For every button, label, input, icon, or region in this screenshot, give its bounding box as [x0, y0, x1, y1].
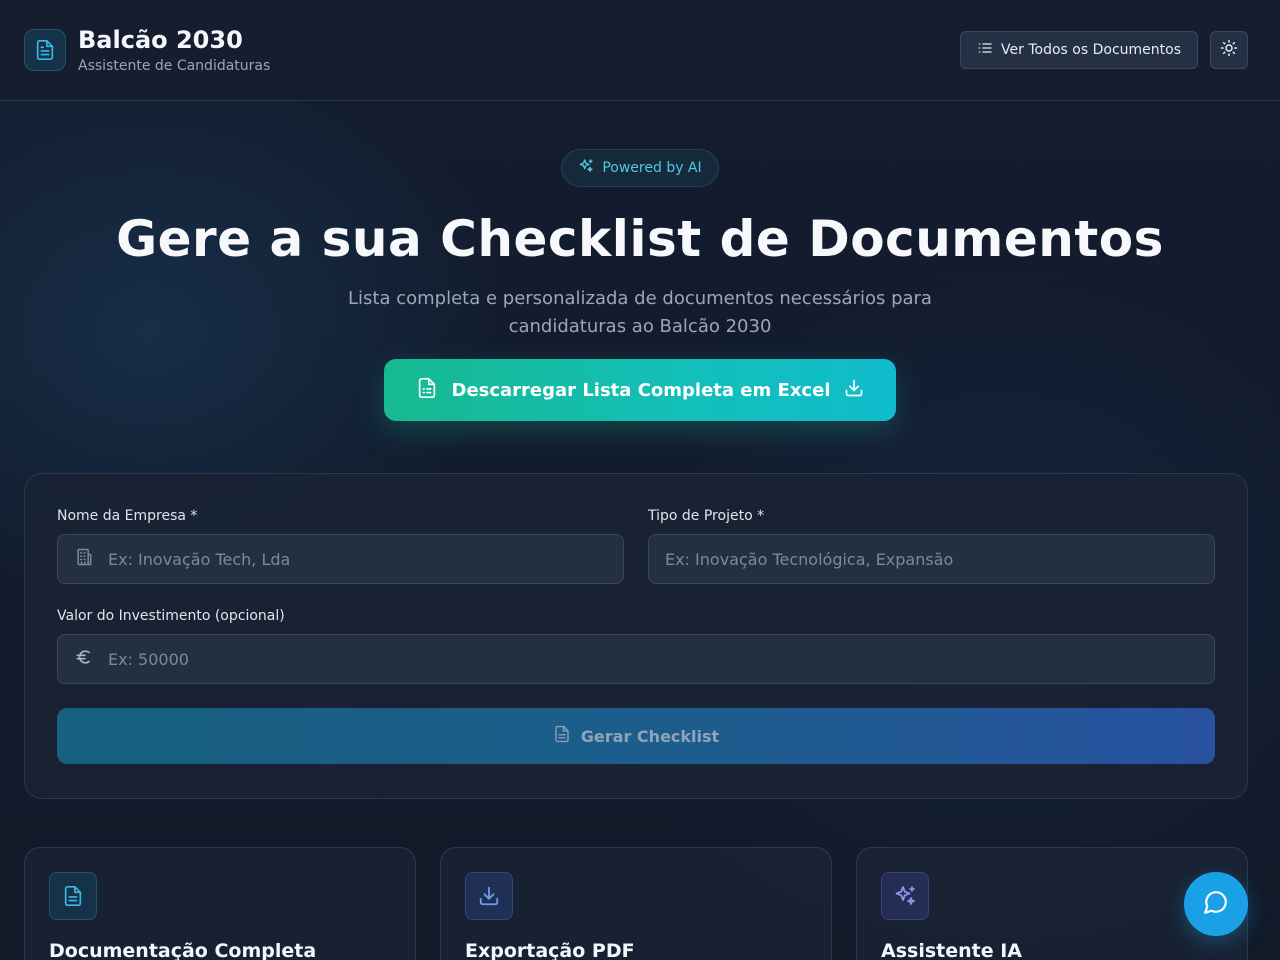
view-all-documents-label: Ver Todos os Documentos: [1001, 42, 1181, 58]
sun-icon: [1220, 39, 1238, 61]
download-icon: [465, 872, 513, 920]
app-subtitle: Assistente de Candidaturas: [78, 58, 271, 74]
chat-bubble-icon: [1203, 889, 1229, 919]
chat-button[interactable]: [1184, 872, 1248, 936]
company-label: Nome da Empresa *: [57, 508, 198, 524]
euro-icon: [74, 647, 94, 671]
investment-label: Valor do Investimento (opcional): [57, 608, 285, 624]
app-header: Balcão 2030 Assistente de Candidaturas V…: [0, 0, 1280, 101]
company-name-input[interactable]: [108, 549, 607, 569]
page: Balcão 2030 Assistente de Candidaturas V…: [0, 0, 1280, 960]
theme-toggle-button[interactable]: [1210, 31, 1248, 69]
checklist-form: Nome da Empresa * Ex: Inovação Tech, Lda…: [24, 473, 1248, 799]
file-text-icon: [49, 872, 97, 920]
download-icon: [844, 378, 864, 403]
view-all-documents-button[interactable]: Ver Todos os Documentos: [960, 31, 1198, 69]
page-subtitle: Lista completa e personalizada de docume…: [348, 288, 932, 337]
investment-input-wrapper: [57, 634, 1215, 684]
project-type-input-wrapper: [648, 534, 1215, 584]
form-row: Nome da Empresa * Ex: Inovação Tech, Lda…: [57, 506, 1215, 584]
file-text-icon: [553, 725, 571, 747]
investment-field: Valor do Investimento (opcional): [57, 608, 1215, 684]
file-text-icon: [24, 29, 66, 71]
page-title: Gere a sua Checklist de Documentos: [116, 210, 1164, 268]
download-excel-button[interactable]: Descarregar Lista Completa em Excel: [384, 359, 896, 421]
powered-by-label: Powered by AI: [602, 160, 702, 176]
investment-input[interactable]: [108, 649, 1198, 669]
spreadsheet-icon: [416, 377, 438, 404]
feature-title: Exportação PDF: [465, 940, 635, 960]
generate-checklist-label: Gerar Checklist: [580, 726, 720, 746]
feature-title: Documentação Completa: [49, 940, 317, 960]
feature-title: Assistente IA: [881, 940, 1022, 960]
project-type-label: Tipo de Projeto *: [648, 508, 765, 524]
company-field: Nome da Empresa *: [57, 506, 624, 584]
company-input-wrapper: [57, 534, 624, 584]
app-title: Balcão 2030: [78, 26, 243, 54]
powered-by-badge: Powered by AI: [561, 149, 719, 187]
feature-card-documentation: Documentação Completa: [24, 847, 416, 960]
project-type-input[interactable]: [665, 549, 1198, 569]
building-icon: [74, 547, 94, 571]
brand[interactable]: Balcão 2030 Assistente de Candidaturas: [24, 26, 270, 74]
download-excel-label: Descarregar Lista Completa em Excel: [451, 379, 831, 401]
generate-checklist-button[interactable]: Gerar Checklist: [57, 708, 1215, 764]
hero-section: Powered by AI Gere a sua Checklist de Do…: [0, 101, 1280, 421]
feature-card-pdf-export: Exportação PDF: [440, 847, 832, 960]
sparkles-icon: [578, 158, 594, 178]
project-type-field: Tipo de Projeto *: [648, 506, 1215, 584]
header-actions: Ver Todos os Documentos: [960, 31, 1248, 69]
sparkles-icon: [881, 872, 929, 920]
list-icon: [977, 40, 993, 60]
